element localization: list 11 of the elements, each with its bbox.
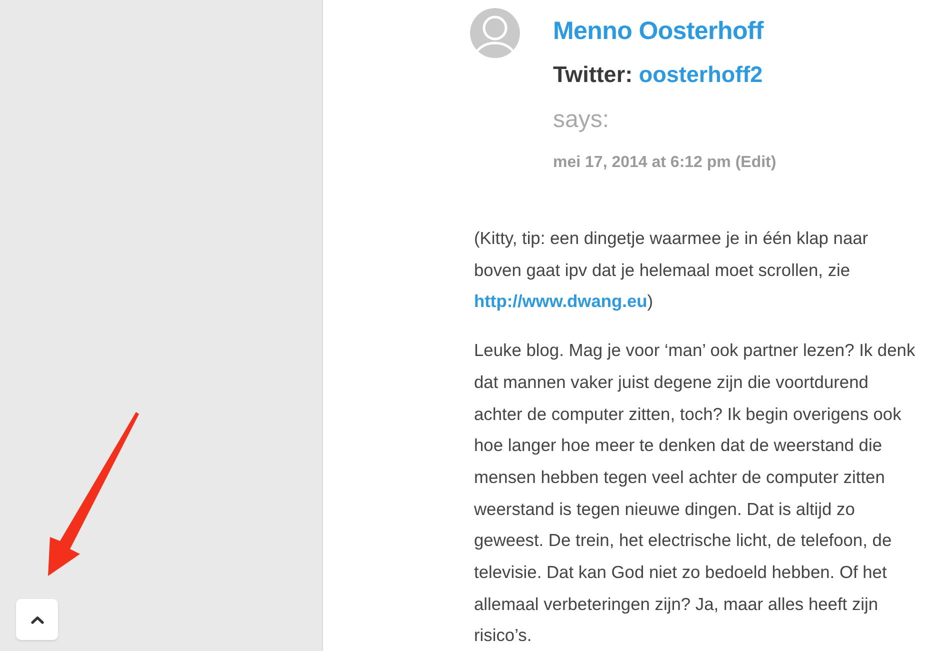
avatar-icon [470,8,520,58]
says-label: says: [553,105,610,135]
author-link[interactable]: Menno Oosterhoff [553,9,764,53]
comment-paragraph: Leuke blog. Mag je voor ‘man’ ook partner lezen? Ik denk dat mannen vaker juist degene zijn die voortdurend achter de computer zitten, toch? Ik begin overigens ook hoe langer hoe meer te denken dat de weerstand die mensen hebben tegen veel achter de computer zitten weerstand is tegen nieuwe dingen. Dat is altijd zo geweest. De trein, het electrische licht, de telefoon, de televisie. Dat kan God niet zo bedoeld hebben. Of het allemaal verbeteringen zijn? Ja, maar alles heeft zijn risico’s. [474,339,916,648]
comment-date: mei 17, 2014 at 6:12 pm (Edit) [553,153,776,173]
scroll-top-button[interactable] [16,599,58,640]
comment-paragraph: (Kitty, tip: een dingetje waarmee je in één klap naar boven gaat ipv dat je helemaal moet scrollen, zie http://www.dwang.eu) [474,227,870,314]
caret-up-icon [30,616,44,624]
twitter-line: Twitter: oosterhoff2 [553,61,763,89]
web-link[interactable]: http://www.dwang.eu [474,291,648,312]
twitter-link[interactable]: oosterhoff2 [638,62,763,87]
